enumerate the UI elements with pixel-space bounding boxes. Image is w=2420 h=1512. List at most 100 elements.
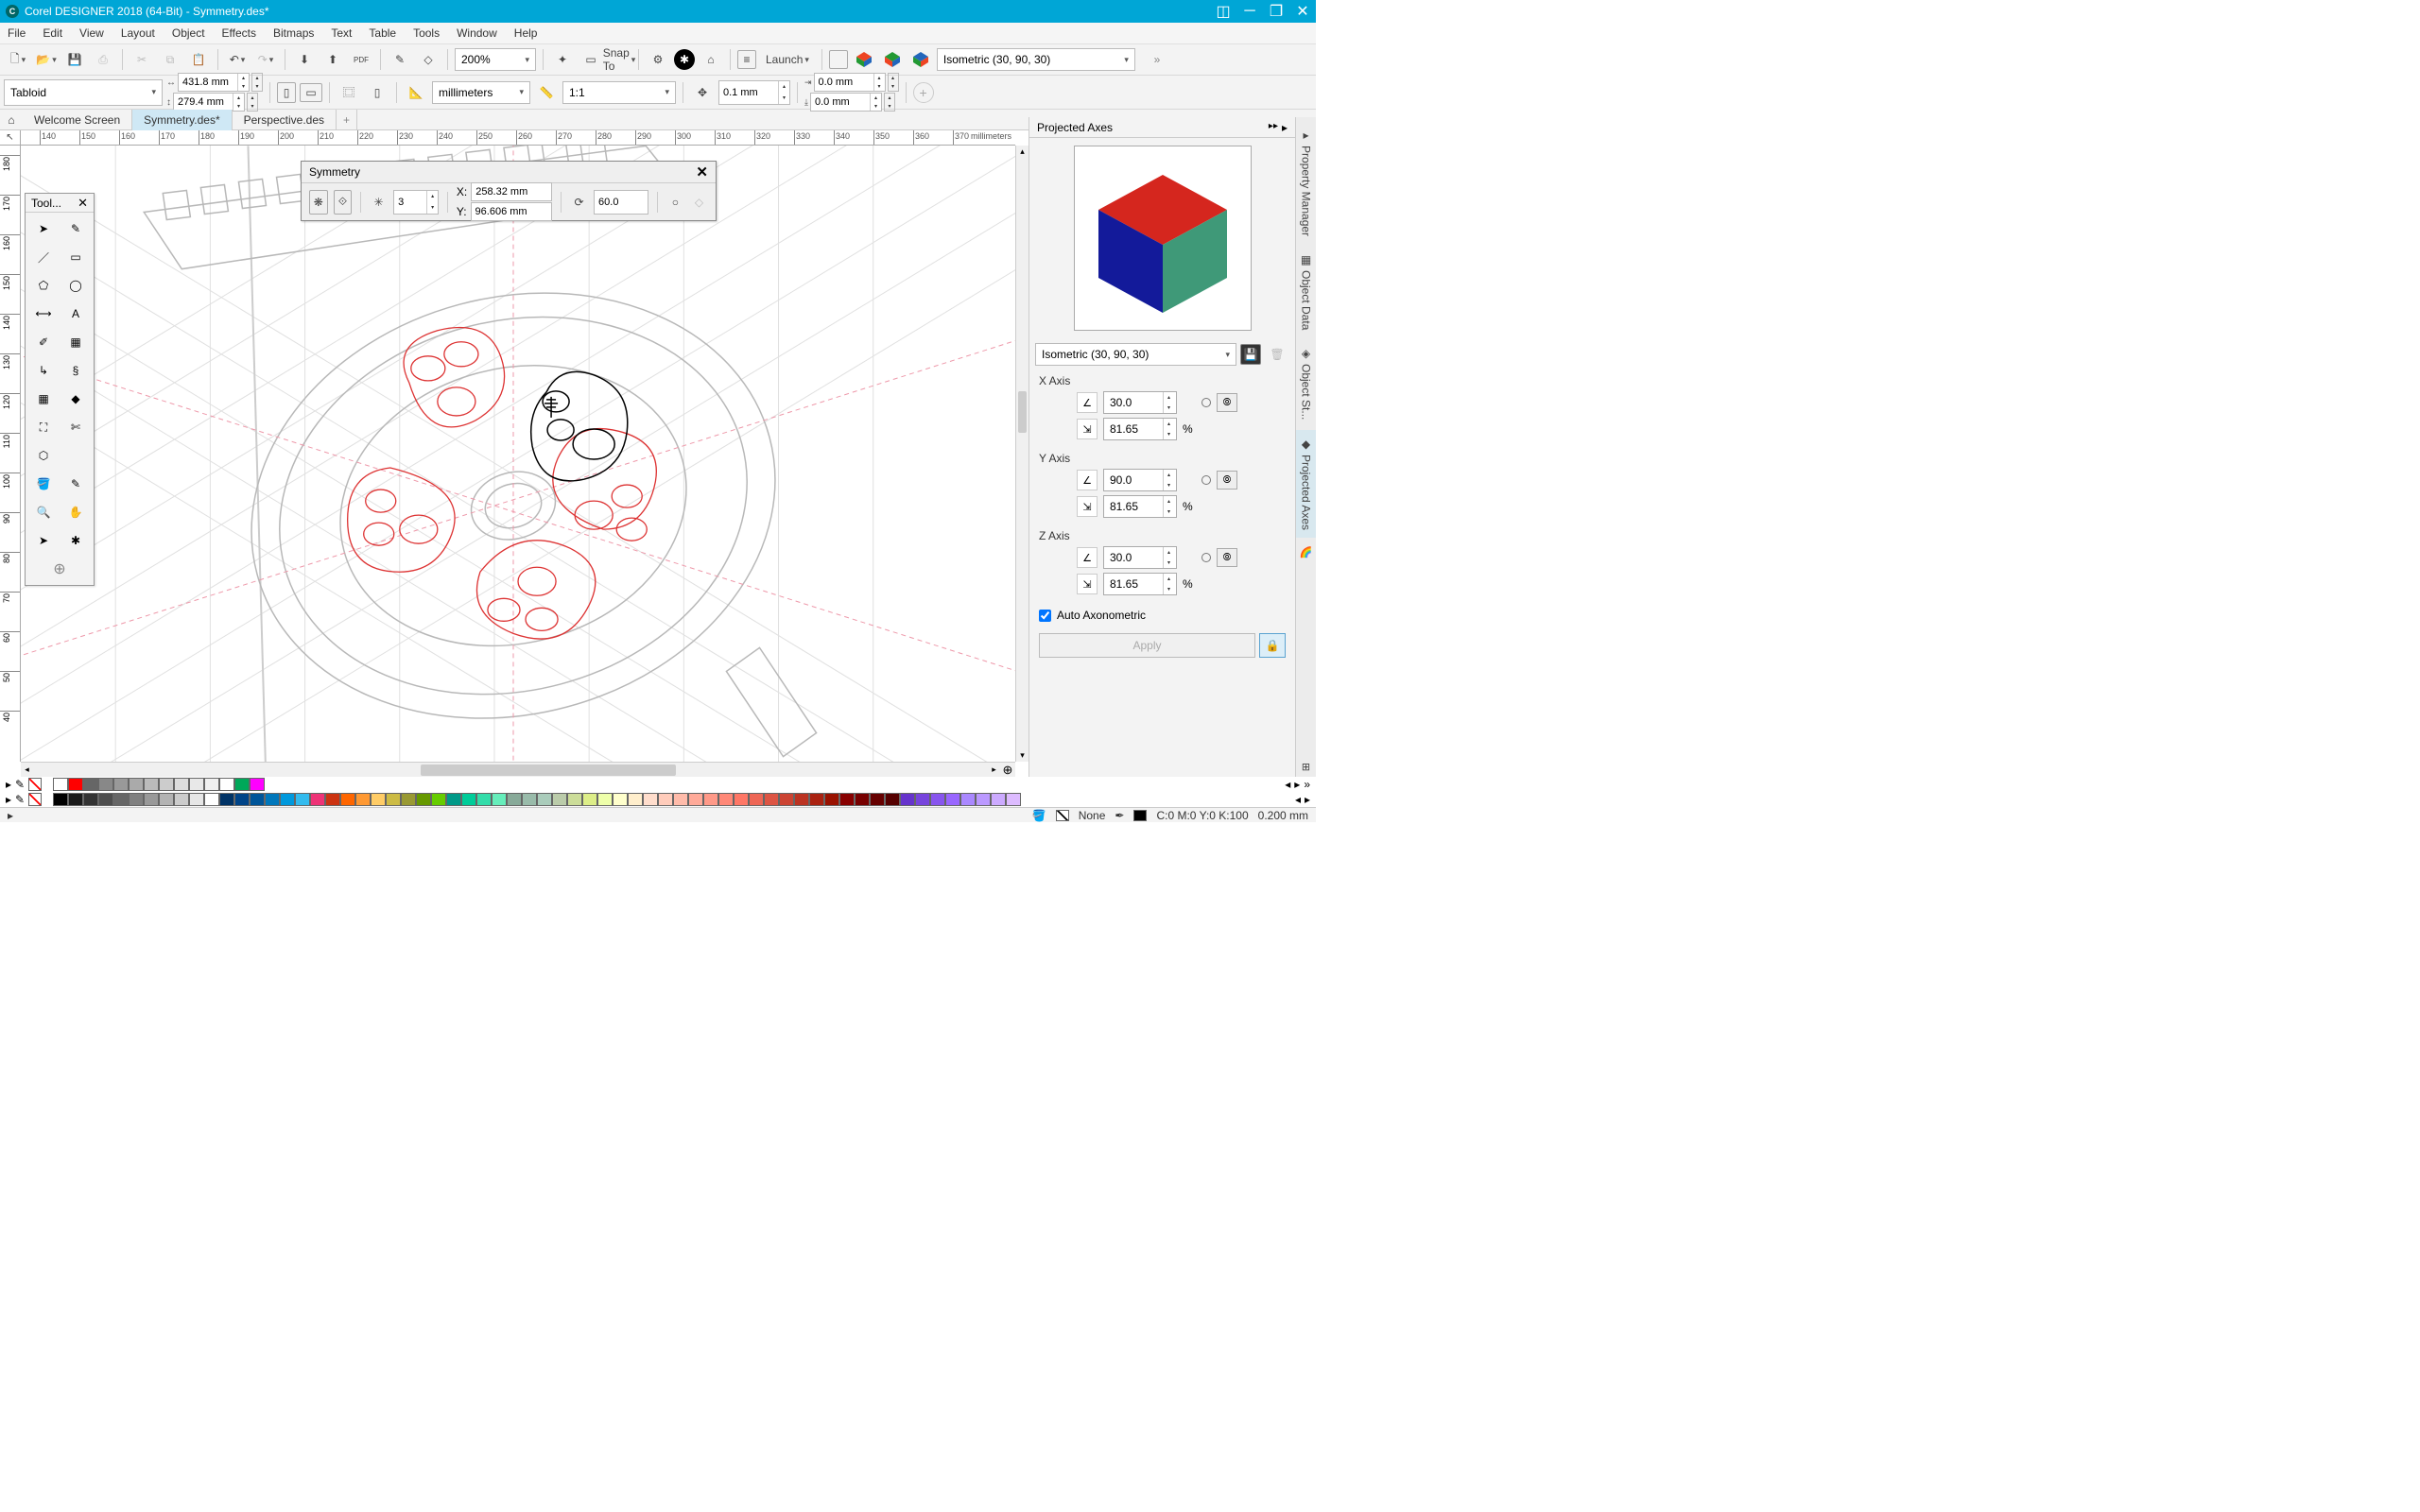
color-swatch[interactable] xyxy=(265,793,280,806)
color-swatch[interactable] xyxy=(219,793,234,806)
launch-list-icon[interactable]: ≡ xyxy=(737,50,756,69)
copy-button[interactable]: ⧉ xyxy=(158,47,182,72)
duplicate-y-input[interactable]: ▴▾ xyxy=(810,93,882,112)
color-swatch[interactable] xyxy=(174,778,189,791)
window-close-button[interactable]: ✕ xyxy=(1289,0,1316,23)
mirror-count-input[interactable]: ▴▾ xyxy=(393,190,439,215)
menu-effects[interactable]: Effects xyxy=(222,26,256,40)
vertical-ruler[interactable]: 180170160150140130120110100908070605040 xyxy=(0,146,21,762)
color-swatch[interactable] xyxy=(476,793,492,806)
window-maximize-button[interactable]: ❐ xyxy=(1263,0,1289,23)
add-tool-button[interactable]: ⊕ xyxy=(29,557,90,581)
color-swatch[interactable] xyxy=(507,793,522,806)
tab-object-data[interactable]: ▦Object Data xyxy=(1296,246,1316,337)
polygon-tool[interactable]: ⬠ xyxy=(29,273,58,298)
scroll-right-icon[interactable]: ▸ xyxy=(988,763,1000,778)
color-swatch[interactable] xyxy=(991,793,1006,806)
tab-projected-axes[interactable]: ◆Projected Axes xyxy=(1296,430,1316,538)
tab-object-styles[interactable]: ◈Object St... xyxy=(1296,339,1316,427)
x-suffix-icon[interactable]: ⦾ xyxy=(1217,393,1237,412)
color-swatch[interactable] xyxy=(613,793,628,806)
color-swatch[interactable] xyxy=(416,793,431,806)
zoom-dropdown[interactable]: 200%▾ xyxy=(455,48,536,71)
sym-x-input[interactable] xyxy=(471,182,552,201)
freehand-tool[interactable]: ✐ xyxy=(29,330,58,354)
color-swatch[interactable] xyxy=(68,793,83,806)
color-swatch[interactable] xyxy=(234,793,250,806)
check-icon[interactable]: ✱ xyxy=(674,49,695,70)
launch-button[interactable]: Launch ▾ xyxy=(760,47,815,72)
cut-button[interactable]: ✂︎ xyxy=(130,47,154,72)
color-swatch[interactable] xyxy=(219,778,234,791)
color-swatch[interactable] xyxy=(189,778,204,791)
eyedropper-tool[interactable]: ✎ xyxy=(61,472,90,496)
color-swatch[interactable] xyxy=(779,793,794,806)
palette-more-icon[interactable]: » xyxy=(1304,778,1310,791)
color-swatch[interactable] xyxy=(204,778,219,791)
color-swatch[interactable] xyxy=(174,793,189,806)
plane-right-icon[interactable] xyxy=(908,47,933,72)
crop-tool[interactable]: ⛶ xyxy=(29,415,58,439)
x-angle-input[interactable]: ▴▾ xyxy=(1103,391,1177,414)
z-angle-input[interactable]: ▴▾ xyxy=(1103,546,1177,569)
portrait-button[interactable]: ▯ xyxy=(277,82,296,103)
color-swatch[interactable] xyxy=(839,793,855,806)
callout-tool[interactable]: ◆ xyxy=(61,387,90,411)
palette-nav-icon[interactable]: ▸ xyxy=(6,793,11,806)
smear-tool[interactable]: ✱ xyxy=(61,528,90,553)
color-swatch[interactable] xyxy=(809,793,824,806)
snap-to-button[interactable]: Snap To ▾ xyxy=(607,47,631,72)
page-preset-dropdown[interactable]: Tabloid▾ xyxy=(4,79,163,106)
color-swatch[interactable] xyxy=(113,793,129,806)
drawing-scale-icon[interactable]: 📏 xyxy=(534,80,559,105)
color-swatch[interactable] xyxy=(386,793,401,806)
connector-tool[interactable]: ↳ xyxy=(29,358,58,383)
color-swatch[interactable] xyxy=(355,793,371,806)
y-angle-input[interactable]: ▴▾ xyxy=(1103,469,1177,491)
menu-bitmaps[interactable]: Bitmaps xyxy=(273,26,314,40)
window-minimize-button[interactable]: ─ xyxy=(1236,0,1263,23)
y-suffix-icon[interactable]: ⦾ xyxy=(1217,471,1237,490)
new-tab-button[interactable]: + xyxy=(337,110,357,130)
home-icon[interactable]: ⌂ xyxy=(699,47,723,72)
color-swatch[interactable] xyxy=(537,793,552,806)
drawing-canvas[interactable] xyxy=(21,146,1015,762)
x-scale-input[interactable]: ▴▾ xyxy=(1103,418,1177,440)
menu-table[interactable]: Table xyxy=(369,26,396,40)
color-swatch[interactable] xyxy=(234,778,250,791)
color-swatch[interactable] xyxy=(870,793,885,806)
knife-tool[interactable]: ✄ xyxy=(61,415,90,439)
freehand-icon[interactable]: ✦ xyxy=(550,47,575,72)
palette-scroll-right-icon[interactable]: ▸ xyxy=(1294,778,1300,791)
pan-tool[interactable]: ✋ xyxy=(61,500,90,524)
delete-preset-button[interactable]: 🗑 xyxy=(1265,342,1289,367)
fuse-icon[interactable]: ○ xyxy=(666,190,684,215)
color-swatch[interactable] xyxy=(340,793,355,806)
color-swatch[interactable] xyxy=(401,793,416,806)
color-swatch[interactable] xyxy=(930,793,945,806)
drawing-profile-dropdown[interactable]: Isometric (30, 90, 30)▾ xyxy=(937,48,1135,71)
nudge-icon[interactable]: ✥ xyxy=(690,80,715,105)
import-button[interactable]: ⬇︎ xyxy=(292,47,317,72)
mirror-lines-icon[interactable]: ✳︎ xyxy=(370,190,388,215)
color-swatch[interactable] xyxy=(83,778,98,791)
color-swatch[interactable] xyxy=(658,793,673,806)
color-swatch[interactable] xyxy=(431,793,446,806)
toolbar-overflow-icon[interactable]: » xyxy=(1145,47,1169,72)
save-preset-button[interactable]: 💾 xyxy=(1240,344,1261,365)
horizontal-ruler[interactable]: millimeters 1401501601701801902002102202… xyxy=(21,130,1015,146)
rectangle-icon[interactable]: ▭ xyxy=(579,47,603,72)
menu-object[interactable]: Object xyxy=(172,26,205,40)
status-pen-icon[interactable]: ✒︎ xyxy=(1115,809,1124,822)
zoom-slider-icon[interactable]: ⊕ xyxy=(1000,763,1015,778)
duplicate-x-input[interactable]: ▴▾ xyxy=(814,73,886,92)
pick-tool[interactable]: ➤ xyxy=(29,216,58,241)
z-radio[interactable] xyxy=(1201,553,1211,562)
ruler-origin-icon[interactable]: ↖ xyxy=(0,130,21,146)
undo-button[interactable]: ↶▾ xyxy=(225,47,250,72)
ellipse-tool[interactable]: ◯ xyxy=(61,273,90,298)
status-outline-swatch[interactable] xyxy=(1133,810,1147,821)
shape-icon[interactable]: ◇ xyxy=(416,47,441,72)
scroll-left-icon[interactable]: ◂ xyxy=(21,763,33,778)
color-swatch[interactable] xyxy=(764,793,779,806)
